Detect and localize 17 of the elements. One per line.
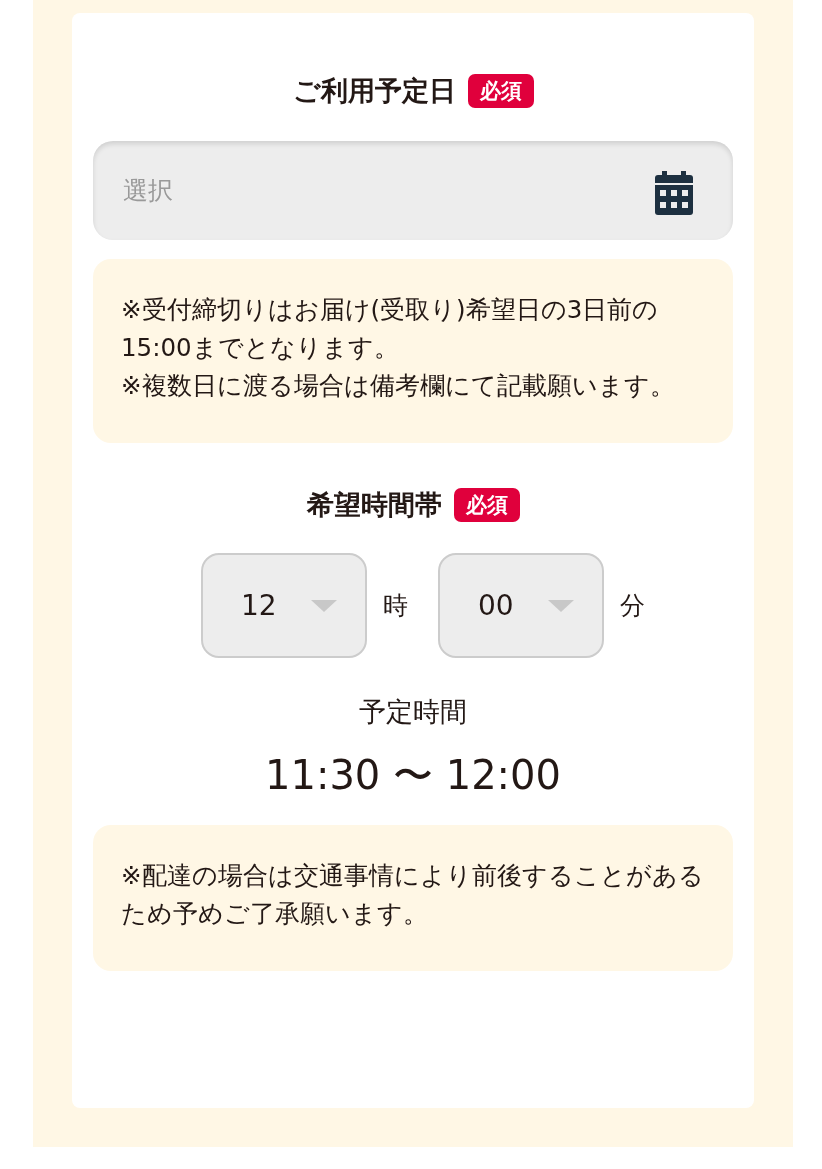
required-badge: 必須 xyxy=(467,74,534,108)
section-title: 希望時間帯 xyxy=(306,488,442,522)
unit-label: 分 xyxy=(620,590,645,622)
unit-label: 時 xyxy=(383,590,408,622)
note-text: ※受付締切りはお届け(受取り)希望日の3日前の15:00までとなります。 xyxy=(121,294,660,364)
date-field[interactable]: 選択 xyxy=(93,141,733,240)
caret-icon xyxy=(548,599,574,612)
scheduled-time: 11:30 〜 12:00 xyxy=(264,751,562,800)
time-select[interactable]: 12 xyxy=(201,553,367,658)
caret-icon xyxy=(311,599,337,612)
calendar-icon xyxy=(655,171,693,215)
scheduled-label: 予定時間 xyxy=(358,695,468,729)
section-title: ご利用予定日 xyxy=(292,74,456,108)
note-text: ※配達の場合は交通事情により前後することがあるため予めご了承願います。 xyxy=(121,860,705,930)
required-badge: 必須 xyxy=(453,488,520,522)
note-text: ※複数日に渡る場合は備考欄にて記載願います。 xyxy=(121,370,676,402)
time-select[interactable]: 00 xyxy=(438,553,604,658)
